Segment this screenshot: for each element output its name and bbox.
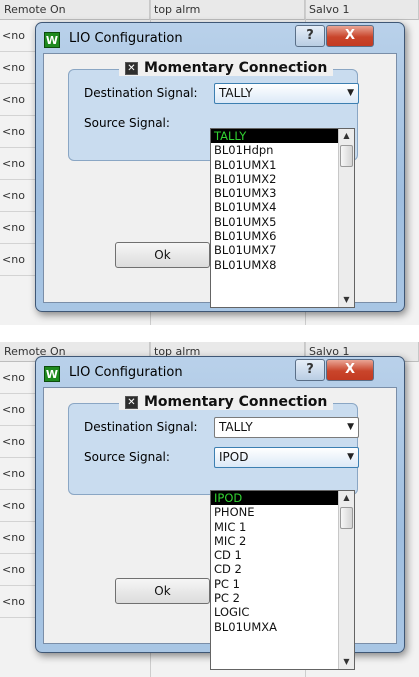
dropdown-item[interactable]: BL01UMX8 xyxy=(211,258,354,272)
grid-cell: <no xyxy=(0,244,36,276)
dropdown-scrollbar[interactable]: ▲ ▼ xyxy=(338,129,354,307)
grid-cell: <no xyxy=(0,586,36,618)
destination-value: TALLY xyxy=(219,420,253,434)
grid-cell: <no xyxy=(0,554,36,586)
title-bar[interactable]: W LIO Configuration ? X xyxy=(36,357,404,387)
grid-cell: <no xyxy=(0,394,36,426)
scroll-thumb[interactable] xyxy=(340,145,353,167)
source-label: Source Signal: xyxy=(84,116,170,130)
dropdown-item[interactable]: LOGIC xyxy=(211,605,354,619)
grid-header: Salvo 1 xyxy=(305,0,419,20)
chevron-down-icon[interactable]: ▼ xyxy=(347,448,354,467)
help-button[interactable]: ? xyxy=(295,25,325,47)
grid-cell: <no xyxy=(0,116,36,148)
grid-header: top alrm xyxy=(150,0,305,20)
dropdown-item[interactable]: PHONE xyxy=(211,505,354,519)
ok-button[interactable]: Ok xyxy=(115,242,210,268)
scroll-down-arrow-icon[interactable]: ▼ xyxy=(339,655,354,669)
dropdown-item[interactable]: BL01UMX6 xyxy=(211,229,354,243)
dropdown-item[interactable]: BL01Hdpn xyxy=(211,143,354,157)
group-legend: ✕ Momentary Connection xyxy=(119,60,334,76)
momentary-connection-group: ✕ Momentary Connection Destination Signal… xyxy=(68,394,359,495)
dropdown-item[interactable]: PC 1 xyxy=(211,577,354,591)
destination-label: Destination Signal: xyxy=(84,420,198,434)
dialog-title: LIO Configuration xyxy=(69,31,183,46)
destination-dropdown-list[interactable]: TALLY BL01Hdpn BL01UMX1 BL01UMX2 BL01UMX… xyxy=(210,128,355,308)
dropdown-item[interactable]: PC 2 xyxy=(211,591,354,605)
grid-cell: <no xyxy=(0,52,36,84)
title-bar[interactable]: W LIO Configuration ? X xyxy=(36,23,404,53)
dropdown-item[interactable]: BL01UMX5 xyxy=(211,215,354,229)
momentary-checkbox[interactable]: ✕ xyxy=(125,61,138,75)
scroll-up-arrow-icon[interactable]: ▲ xyxy=(339,491,354,505)
screenshot-source-open: Remote On top alrm Salvo 1 <no <no <no <… xyxy=(0,342,419,677)
source-label: Source Signal: xyxy=(84,450,170,464)
dropdown-item[interactable]: MIC 2 xyxy=(211,534,354,548)
app-icon: W xyxy=(44,32,60,48)
dropdown-item[interactable]: BL01UMX1 xyxy=(211,158,354,172)
scroll-thumb[interactable] xyxy=(340,507,353,529)
screenshot-destination-open: Remote On top alrm Salvo 1 <no <no <no <… xyxy=(0,0,419,325)
dropdown-item[interactable]: CD 2 xyxy=(211,562,354,576)
chevron-down-icon[interactable]: ▼ xyxy=(347,84,354,103)
dropdown-item[interactable]: TALLY xyxy=(211,129,354,144)
app-icon: W xyxy=(44,366,60,382)
grid-cell: <no xyxy=(0,20,36,52)
close-button[interactable]: X xyxy=(326,25,374,47)
dropdown-item[interactable]: CD 1 xyxy=(211,548,354,562)
dropdown-item[interactable]: BL01UMX7 xyxy=(211,243,354,257)
scroll-up-arrow-icon[interactable]: ▲ xyxy=(339,129,354,143)
dropdown-item[interactable]: BL01UMX4 xyxy=(211,200,354,214)
momentary-checkbox[interactable]: ✕ xyxy=(125,395,138,409)
dropdown-item[interactable]: IPOD xyxy=(211,491,354,506)
grid-cell: <no xyxy=(0,212,36,244)
source-dropdown-list[interactable]: IPOD PHONE MIC 1 MIC 2 CD 1 CD 2 PC 1 PC… xyxy=(210,490,355,670)
grid-cell: <no xyxy=(0,522,36,554)
grid-cell: <no xyxy=(0,490,36,522)
dropdown-item[interactable]: MIC 1 xyxy=(211,520,354,534)
grid-cell: <no xyxy=(0,180,36,212)
destination-select[interactable]: TALLY ▼ xyxy=(214,417,359,438)
grid-header: Remote On xyxy=(0,0,150,20)
panel-separator xyxy=(0,327,419,339)
destination-value: TALLY xyxy=(219,86,253,100)
grid-cell: <no xyxy=(0,362,36,394)
scroll-down-arrow-icon[interactable]: ▼ xyxy=(339,293,354,307)
grid-cell: <no xyxy=(0,458,36,490)
close-button[interactable]: X xyxy=(326,359,374,381)
chevron-down-icon[interactable]: ▼ xyxy=(347,418,354,437)
grid-cell: <no xyxy=(0,148,36,180)
group-legend: ✕ Momentary Connection xyxy=(119,394,334,410)
dialog-title: LIO Configuration xyxy=(69,365,183,380)
dropdown-item[interactable]: BL01UMX3 xyxy=(211,186,354,200)
dropdown-scrollbar[interactable]: ▲ ▼ xyxy=(338,491,354,669)
ok-button[interactable]: Ok xyxy=(115,578,210,604)
dropdown-item[interactable]: BL01UMX2 xyxy=(211,172,354,186)
destination-select[interactable]: TALLY ▼ xyxy=(214,83,359,104)
source-value: IPOD xyxy=(219,450,249,464)
grid-cell: <no xyxy=(0,84,36,116)
group-title: Momentary Connection xyxy=(144,60,328,76)
source-select[interactable]: IPOD ▼ xyxy=(214,447,359,468)
group-title: Momentary Connection xyxy=(144,394,328,410)
help-button[interactable]: ? xyxy=(295,359,325,381)
dropdown-item[interactable]: BL01UMXA xyxy=(211,620,354,634)
destination-label: Destination Signal: xyxy=(84,86,198,100)
grid-cell: <no xyxy=(0,426,36,458)
